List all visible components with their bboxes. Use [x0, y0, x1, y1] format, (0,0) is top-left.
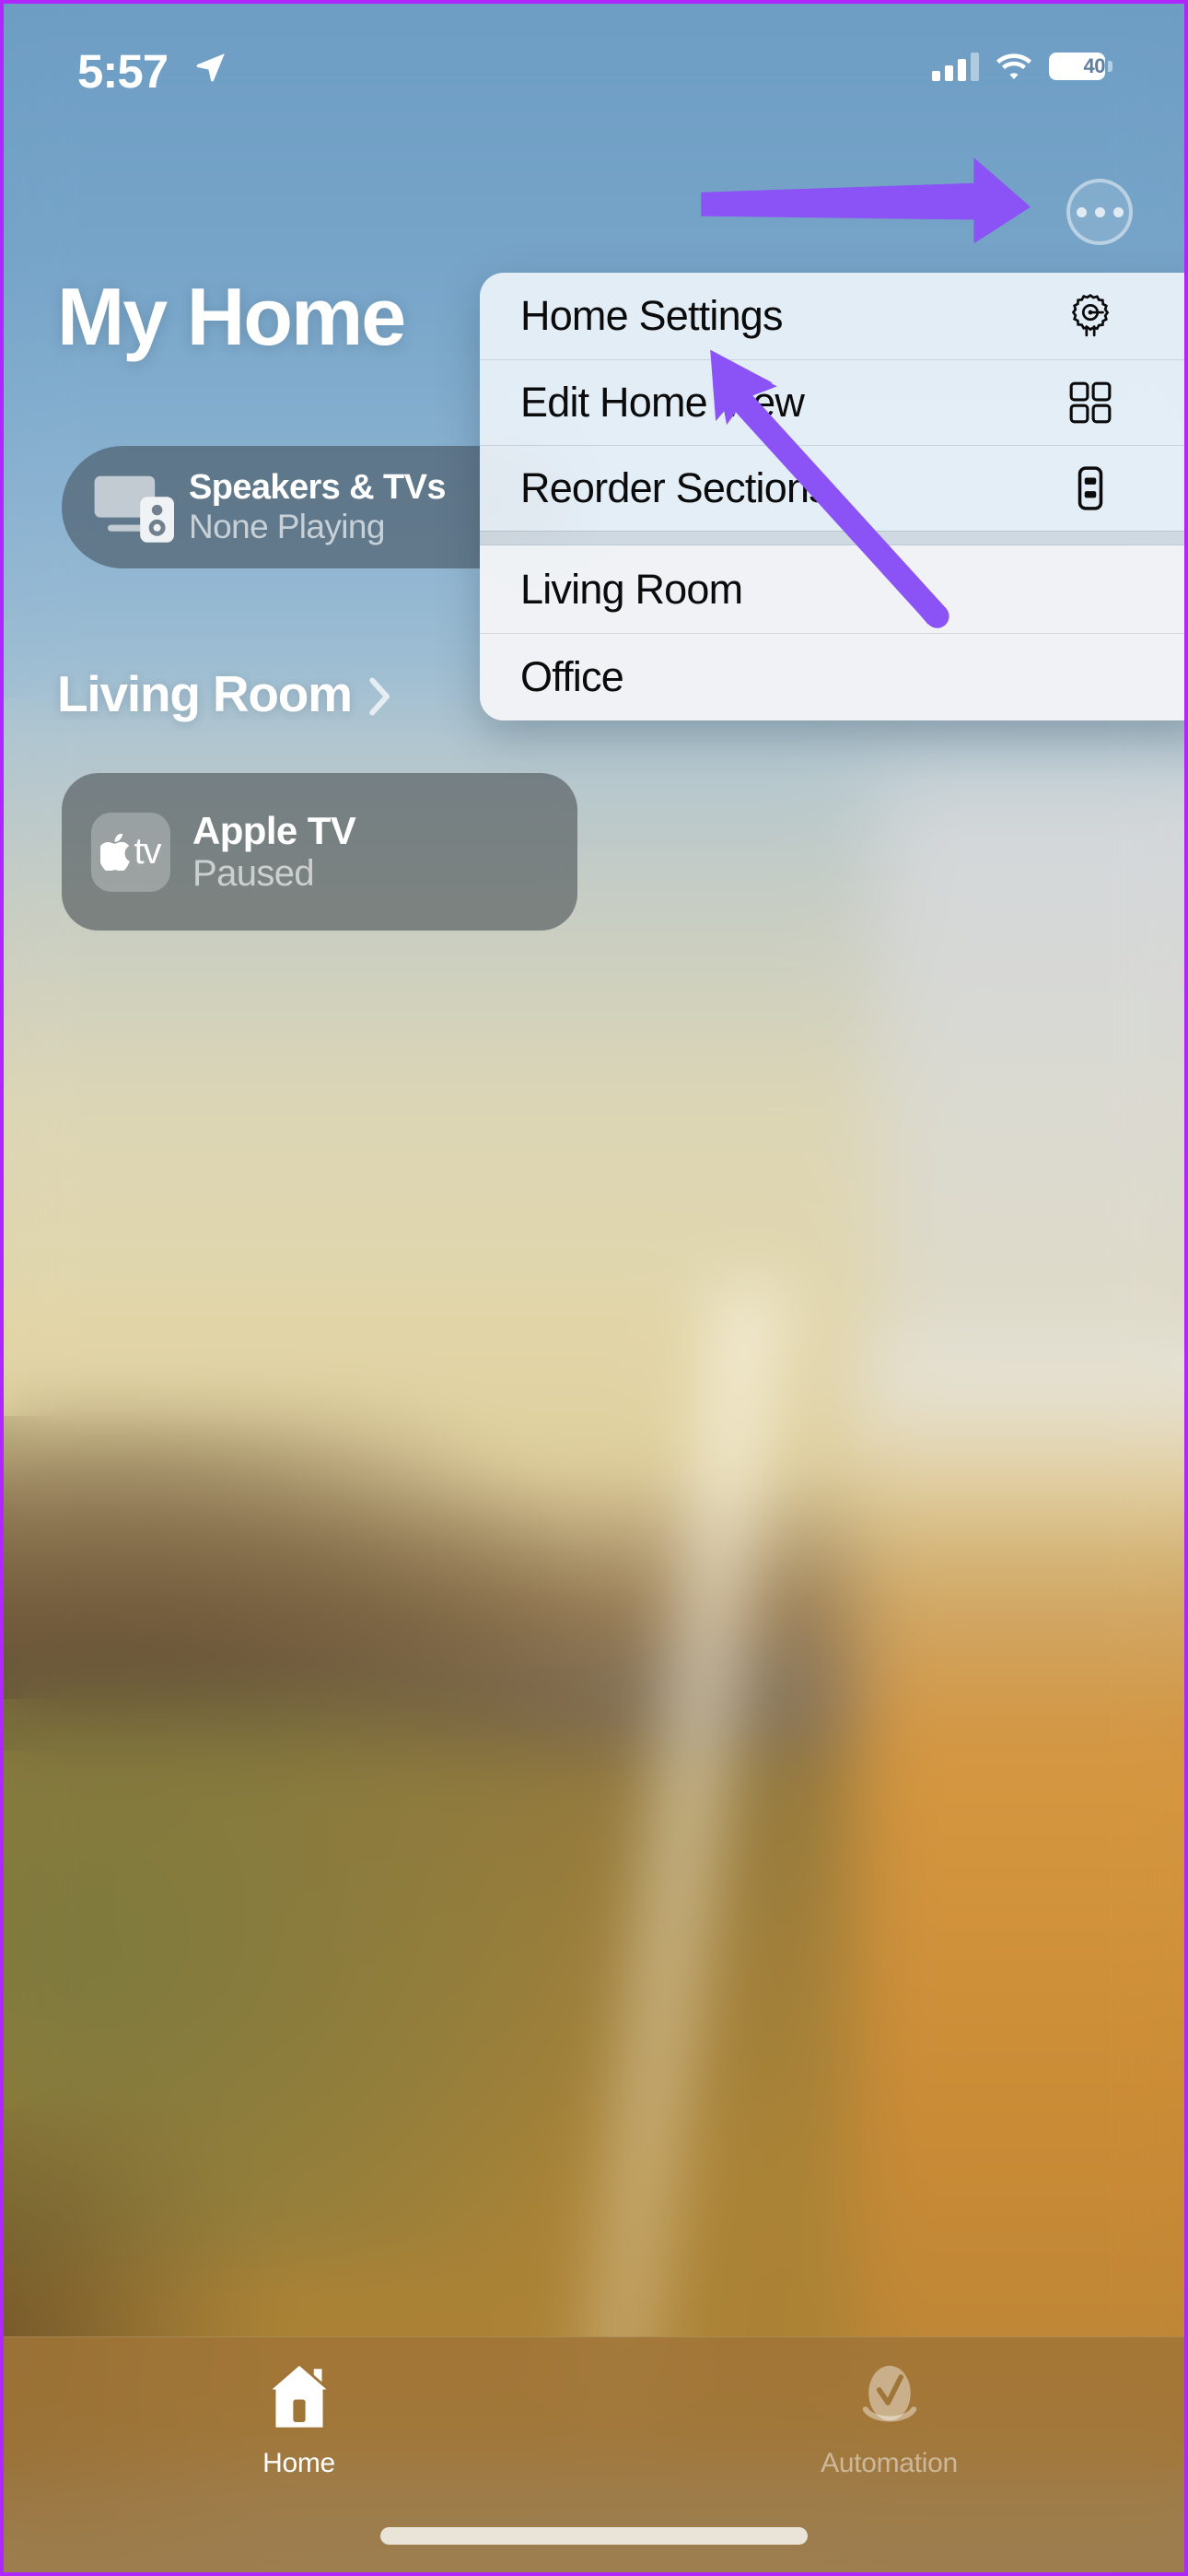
- tv-and-speaker-icon: [94, 475, 174, 543]
- menu-item-home-settings[interactable]: Home Settings: [480, 273, 1184, 359]
- status-card-subtitle: None Playing: [189, 507, 385, 545]
- menu-item-label: Living Room: [520, 565, 743, 613]
- accessory-tile-apple-tv[interactable]: tv Apple TV Paused: [62, 773, 577, 931]
- wifi-icon: [996, 53, 1031, 79]
- status-card-title: Speakers & TVs: [189, 467, 446, 507]
- chevron-right-icon: [369, 677, 390, 715]
- tab-home[interactable]: Home: [4, 2358, 594, 2479]
- tab-automation[interactable]: Automation: [594, 2358, 1184, 2479]
- gear-icon: [1067, 293, 1113, 339]
- more-options-button[interactable]: [1066, 179, 1133, 245]
- context-menu-separator: [480, 531, 1184, 545]
- apple-tv-logo-icon: tv: [91, 812, 170, 892]
- room-section-label: Living Room: [57, 665, 353, 722]
- menu-item-label: Office: [520, 653, 624, 700]
- status-bar-time: 5:57: [77, 45, 169, 98]
- home-indicator: [380, 2527, 808, 2545]
- ellipsis-dot-1: [1076, 206, 1087, 217]
- signal-bars-icon: [932, 52, 979, 81]
- menu-item-office[interactable]: Office: [480, 633, 1184, 720]
- status-bar: 5:57 40: [4, 4, 1184, 114]
- context-menu-group-rooms: Living Room Office: [480, 545, 1184, 720]
- accessory-title: Apple TV: [192, 808, 356, 852]
- battery-icon: 40: [1049, 53, 1112, 80]
- context-menu-group-actions: Home Settings Edit Home View Reorder Sec…: [480, 273, 1184, 531]
- menu-item-label: Edit Home View: [520, 379, 805, 426]
- battery-percent-label: 40: [1083, 54, 1105, 77]
- tab-bar: Home Automation: [4, 2336, 1184, 2572]
- automation-checkmark-icon: [862, 2365, 916, 2422]
- house-fill-icon: [264, 2362, 333, 2430]
- apple-tv-badge-text: tv: [134, 831, 161, 872]
- menu-item-label: Reorder Sections: [520, 464, 830, 511]
- context-menu-popup: Home Settings Edit Home View Reorder Sec…: [480, 273, 1184, 720]
- grid-2x2-icon: [1067, 380, 1113, 426]
- location-arrow-icon: [196, 53, 226, 82]
- rectangle-stack-icon: [1067, 465, 1113, 511]
- ellipsis-dot-2: [1094, 206, 1105, 217]
- tab-label: Home: [262, 2448, 335, 2478]
- accessory-subtitle: Paused: [192, 853, 315, 895]
- annotated-screenshot-frame: 5:57 40 My Home Speakers & TVs None Play…: [0, 0, 1188, 2576]
- menu-item-reorder-sections[interactable]: Reorder Sections: [480, 445, 1184, 531]
- tab-label: Automation: [821, 2448, 958, 2478]
- status-bar-indicators: 40: [932, 52, 1112, 81]
- menu-item-edit-home-view[interactable]: Edit Home View: [480, 359, 1184, 445]
- ellipsis-dot-3: [1112, 206, 1124, 217]
- menu-item-label: Home Settings: [520, 292, 784, 339]
- page-title: My Home: [57, 271, 406, 362]
- menu-item-living-room[interactable]: Living Room: [480, 545, 1184, 633]
- room-section-header-living-room[interactable]: Living Room: [57, 669, 392, 720]
